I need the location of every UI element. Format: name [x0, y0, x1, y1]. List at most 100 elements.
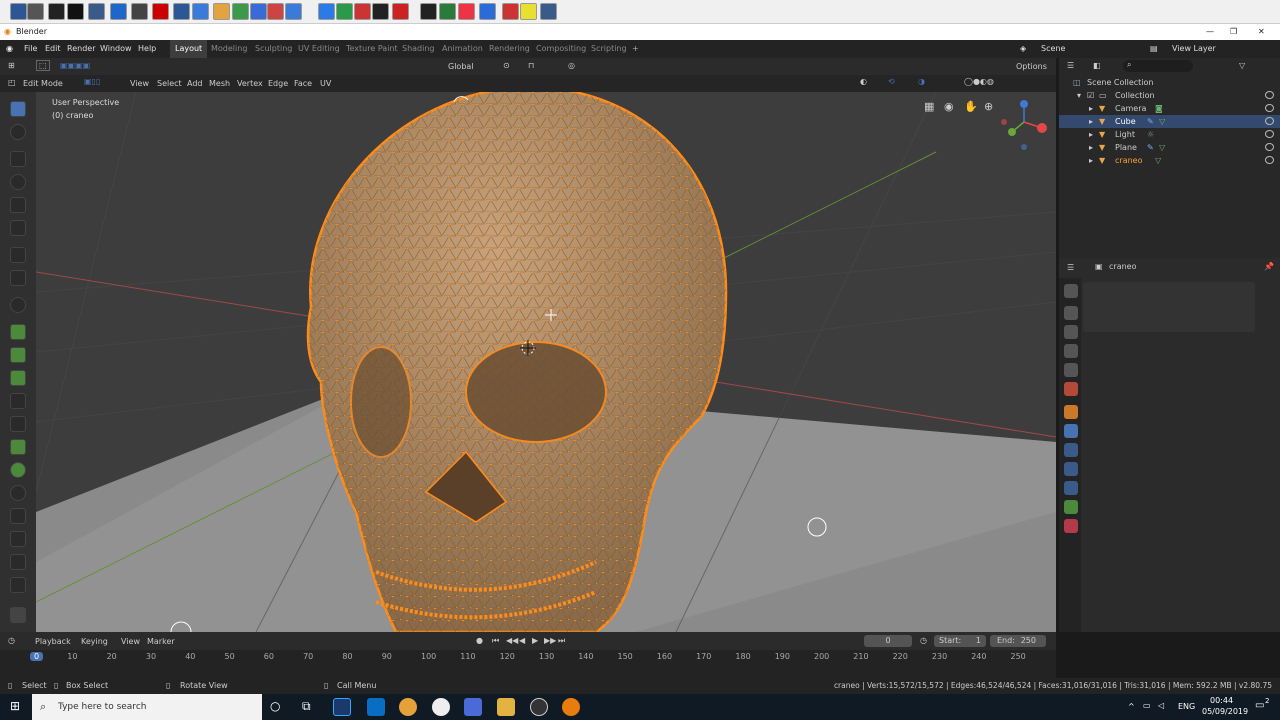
menu-window[interactable]: Window	[100, 40, 132, 58]
cortana-icon[interactable]: ○	[270, 699, 280, 713]
quick-launch-app-icon[interactable]	[372, 3, 389, 20]
taskbar-search-input[interactable]: ⌕ Type here to search	[32, 694, 262, 720]
proportional-edit-icon[interactable]: ◎	[568, 61, 575, 70]
notifications-icon[interactable]: ▭	[1255, 700, 1264, 711]
menu-select[interactable]: Select	[157, 79, 182, 88]
shear-tool-icon[interactable]	[10, 554, 26, 570]
outliner-row-camera[interactable]: ▸ ▼ Camera ◙	[1059, 102, 1280, 115]
spin-tool-icon[interactable]	[10, 462, 26, 478]
wikipedia-icon[interactable]	[432, 698, 450, 716]
menu-keying[interactable]: Keying	[81, 637, 108, 646]
quick-launch-app-icon[interactable]	[48, 3, 65, 20]
end-frame-field[interactable]: End: 250	[990, 635, 1046, 647]
select-tool-icon[interactable]: ⬚	[36, 60, 50, 71]
measure-tool-icon[interactable]	[10, 270, 26, 286]
quick-launch-app-icon[interactable]	[10, 3, 27, 20]
3d-viewport[interactable]: User Perspective (0) craneo ▦ ◉ ✋ ⊕	[36, 92, 1056, 632]
view-object-types-icon[interactable]: ◐	[860, 77, 867, 86]
expand-icon[interactable]: ▸	[1089, 102, 1093, 115]
material-tab-icon[interactable]	[1064, 519, 1078, 533]
expand-icon[interactable]: ▸	[1089, 128, 1093, 141]
render-tab-icon[interactable]	[1064, 306, 1078, 320]
menu-add[interactable]: Add	[187, 79, 203, 88]
workspace-tab-scripting[interactable]: Scripting	[591, 40, 627, 58]
menu-face[interactable]: Face	[294, 79, 312, 88]
menu-edge[interactable]: Edge	[268, 79, 288, 88]
menu-view[interactable]: View	[130, 79, 149, 88]
jump-end-button[interactable]: ⏭	[558, 636, 565, 646]
quick-launch-app-icon[interactable]	[67, 3, 84, 20]
clock-time[interactable]: 00:44	[1210, 696, 1233, 705]
menu-timeline-view[interactable]: View	[121, 637, 140, 646]
tray-chevron-icon[interactable]: ^	[1128, 702, 1135, 711]
preview-range-icon[interactable]: ◷	[920, 636, 927, 645]
menu-help[interactable]: Help	[138, 40, 156, 58]
poly-build-tool-icon[interactable]	[10, 439, 26, 455]
eye-icon[interactable]	[1265, 143, 1274, 151]
quick-launch-app-icon[interactable]	[27, 3, 44, 20]
quick-launch-app-icon[interactable]	[540, 3, 557, 20]
workspace-tab-layout[interactable]: Layout	[170, 40, 208, 58]
add-workspace-button[interactable]: +	[632, 40, 639, 58]
zoom-icon[interactable]: ⊕	[984, 100, 993, 113]
menu-file[interactable]: File	[24, 40, 37, 58]
physics-tab-icon[interactable]	[1064, 462, 1078, 476]
quick-launch-app-icon[interactable]	[479, 3, 496, 20]
workspace-tab-modeling[interactable]: Modeling	[211, 40, 247, 58]
menu-playback[interactable]: Playback	[35, 637, 71, 646]
annotate-tool-icon[interactable]	[10, 247, 26, 263]
outliner-row-collection[interactable]: ▾ ☑ ▭ Collection	[1059, 89, 1280, 102]
outliner-row-scene-collection[interactable]: ◫ Scene Collection	[1059, 76, 1280, 89]
workspace-tab-rendering[interactable]: Rendering	[489, 40, 530, 58]
move-tool-icon[interactable]	[10, 151, 26, 167]
quick-launch-app-icon[interactable]	[392, 3, 409, 20]
quick-launch-app-icon[interactable]	[173, 3, 190, 20]
constraints-tab-icon[interactable]	[1064, 481, 1078, 495]
quick-launch-app-icon[interactable]	[354, 3, 371, 20]
quick-launch-app-icon[interactable]	[336, 3, 353, 20]
edge-slide-tool-icon[interactable]	[10, 508, 26, 524]
file-explorer-icon[interactable]	[497, 698, 515, 716]
tool-tab-icon[interactable]	[1064, 284, 1078, 298]
blender-taskbar-icon[interactable]	[562, 698, 580, 716]
menu-vertex[interactable]: Vertex	[237, 79, 263, 88]
outliner-editor-icon[interactable]: ☰	[1067, 61, 1074, 70]
menu-mesh[interactable]: Mesh	[209, 79, 230, 88]
properties-editor-icon[interactable]: ☰	[1067, 263, 1074, 272]
inset-tool-icon[interactable]	[10, 347, 26, 363]
maximize-button[interactable]: ❐	[1230, 24, 1237, 40]
minimize-button[interactable]: —	[1206, 24, 1214, 40]
play-reverse-button[interactable]: ◀	[519, 636, 525, 645]
knife-tool-icon[interactable]	[10, 416, 26, 432]
eye-icon[interactable]	[1265, 117, 1274, 125]
shading-modes-icons[interactable]: ◯●◐◍	[964, 77, 994, 86]
quick-launch-app-icon[interactable]	[213, 3, 230, 20]
start-frame-field[interactable]: Start: 1	[934, 635, 986, 647]
tray-network-icon[interactable]: ▭	[1143, 701, 1151, 710]
expand-icon[interactable]: ▸	[1089, 141, 1093, 154]
timeline-ruler[interactable]: 0 10 20 30 40 50 60 70 80 90 100 110 120 130 140 150 160…	[0, 650, 1056, 678]
pan-hand-icon[interactable]: ✋	[964, 100, 978, 113]
quick-launch-app-icon[interactable]	[439, 3, 456, 20]
edge-browser-icon[interactable]	[367, 698, 385, 716]
expand-icon[interactable]: ▾	[1077, 89, 1081, 102]
particles-tab-icon[interactable]	[1064, 443, 1078, 457]
outliner-row-cube[interactable]: ▸ ▼ Cube ✎ ▽	[1059, 115, 1280, 128]
quick-launch-app-icon[interactable]	[458, 3, 475, 20]
language-indicator[interactable]: ENG	[1178, 702, 1195, 711]
scale-tool-icon[interactable]	[10, 197, 26, 213]
quick-launch-app-icon[interactable]	[318, 3, 335, 20]
add-cube-tool-icon[interactable]	[10, 297, 26, 313]
eye-icon[interactable]	[1265, 91, 1274, 99]
menu-marker[interactable]: Marker	[147, 637, 175, 646]
quick-launch-app-icon[interactable]	[192, 3, 209, 20]
timeline-editor-icon[interactable]: ◷	[8, 636, 15, 645]
outliner-row-plane[interactable]: ▸ ▼ Plane ✎ ▽	[1059, 141, 1280, 154]
shrink-fatten-tool-icon[interactable]	[10, 531, 26, 547]
smooth-tool-icon[interactable]	[10, 485, 26, 501]
modifier-tab-icon[interactable]	[1064, 424, 1078, 438]
transform-tool-icon[interactable]	[10, 220, 26, 236]
object-tab-icon[interactable]	[1064, 405, 1078, 419]
cursor-tool-icon[interactable]	[10, 124, 26, 140]
quick-launch-app-icon[interactable]	[88, 3, 105, 20]
